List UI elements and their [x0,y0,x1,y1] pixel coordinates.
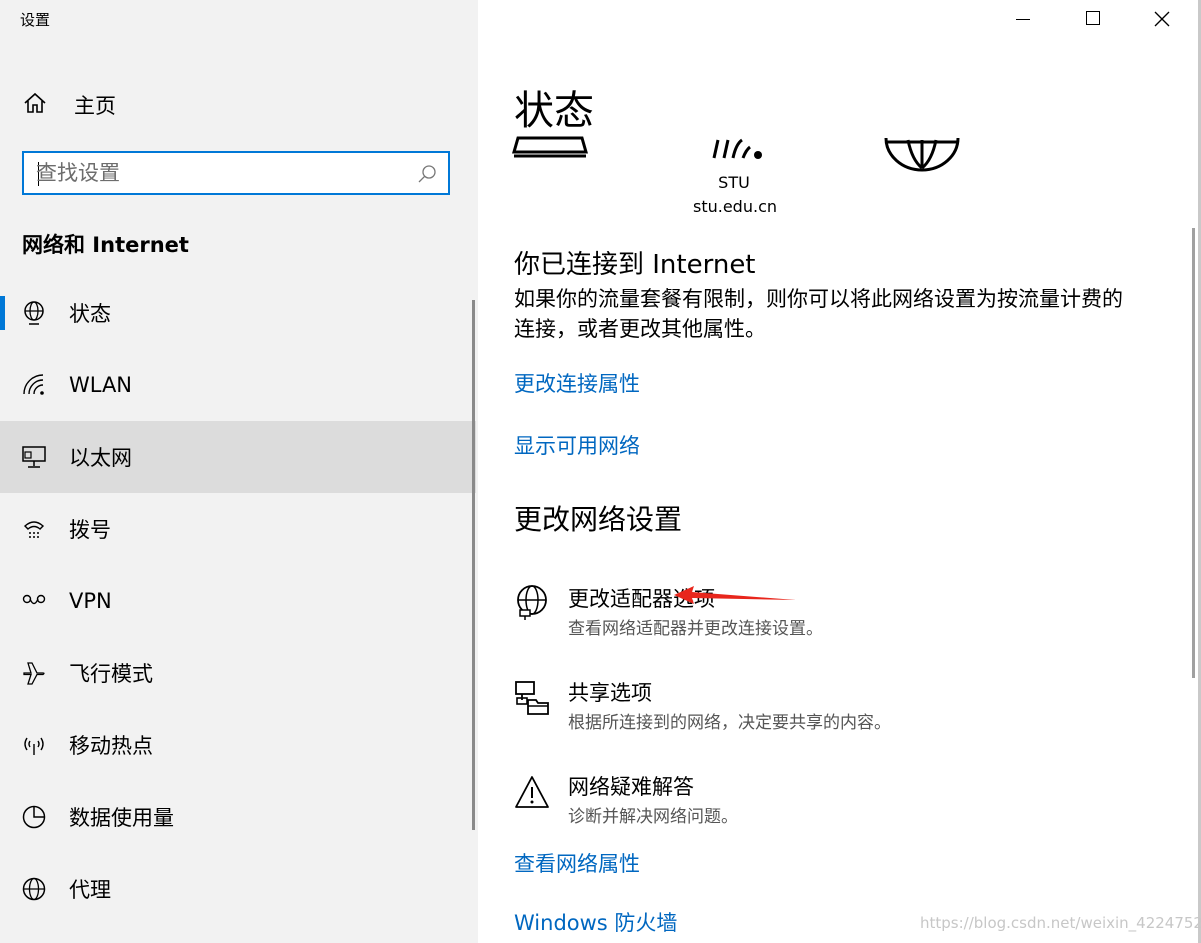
windows-firewall-link[interactable]: Windows 防火墙 [514,907,677,937]
sidebar-item-label: 代理 [69,878,111,902]
view-network-properties-link[interactable]: 查看网络属性 [514,848,640,878]
option-description: 根据所连接到的网络，决定要共享的内容。 [568,713,891,733]
watermark: https://blog.csdn.net/weixin_42247520 [920,914,1201,932]
sidebar-item-label: WLAN [69,373,133,397]
home-icon [22,90,48,120]
change-connection-properties-link[interactable]: 更改连接属性 [514,368,640,398]
search-input[interactable] [36,159,396,187]
option-title: 共享选项 [568,681,652,705]
minimize-button[interactable] [1016,19,1030,20]
hotspot-icon [20,731,48,759]
page-title: 状态 [514,88,594,134]
data-usage-icon [20,803,48,831]
show-available-networks-link[interactable]: 显示可用网络 [514,430,640,460]
sidebar-item-airplane[interactable]: 飞行模式 [0,637,476,709]
sidebar-item-label: 以太网 [69,446,132,470]
sidebar: 设置 主页 网络和 Internet 状态 WLAN 以太网 [0,0,478,943]
search-box[interactable] [22,151,450,195]
search-icon[interactable] [416,164,438,190]
sidebar-item-label: 数据使用量 [69,806,174,830]
sidebar-item-vpn[interactable]: VPN [0,565,476,637]
close-icon [1154,11,1170,27]
sidebar-item-label: 移动热点 [69,734,153,758]
wifi-signal-icon [712,138,762,159]
globe-monitor-icon [20,299,48,327]
computer-icon [512,136,588,158]
section-title: 网络和 Internet [22,233,189,257]
change-network-settings-heading: 更改网络设置 [514,503,683,536]
warning-icon [515,776,549,808]
app-title: 设置 [20,11,51,29]
sidebar-item-proxy[interactable]: 代理 [0,853,476,925]
sidebar-item-label: 拨号 [69,518,111,542]
option-title: 网络疑难解答 [568,775,694,799]
close-button[interactable] [1153,10,1171,28]
sidebar-item-wlan[interactable]: WLAN [0,349,476,421]
wifi-icon [20,371,48,399]
option-description: 查看网络适配器并更改连接设置。 [568,619,823,639]
option-description: 诊断并解决网络问题。 [568,807,738,827]
sidebar-item-dialup[interactable]: 拨号 [0,493,476,565]
sidebar-item-label: 飞行模式 [69,662,153,686]
main-scrollbar[interactable] [1192,228,1195,678]
sidebar-item-ethernet[interactable]: 以太网 [0,421,476,493]
vpn-icon [20,587,48,615]
maximize-button[interactable] [1086,11,1100,25]
sidebar-item-data-usage[interactable]: 数据使用量 [0,781,476,853]
sidebar-scrollbar[interactable] [472,300,475,830]
sharing-icon [515,681,549,715]
sidebar-item-label: VPN [69,589,112,613]
annotation-arrow [674,586,796,604]
network-name: STU [718,173,750,192]
adapter-globe-icon [517,585,547,620]
network-domain: stu.edu.cn [693,197,777,216]
home-label: 主页 [74,94,116,118]
sidebar-item-label: 状态 [69,302,111,326]
sidebar-item-status[interactable]: 状态 [0,277,476,349]
dialup-icon [20,515,48,543]
home-nav[interactable]: 主页 [22,90,116,120]
internet-globe-icon [884,137,960,172]
connection-description: 如果你的流量套餐有限制，则你可以将此网络设置为按流量计费的连接，或者更改其他属性… [514,287,1123,341]
sidebar-item-hotspot[interactable]: 移动热点 [0,709,476,781]
airplane-icon [20,659,48,687]
ethernet-monitor-icon [20,443,48,471]
globe-icon [20,875,48,903]
connection-heading: 你已连接到 Internet [514,250,756,280]
